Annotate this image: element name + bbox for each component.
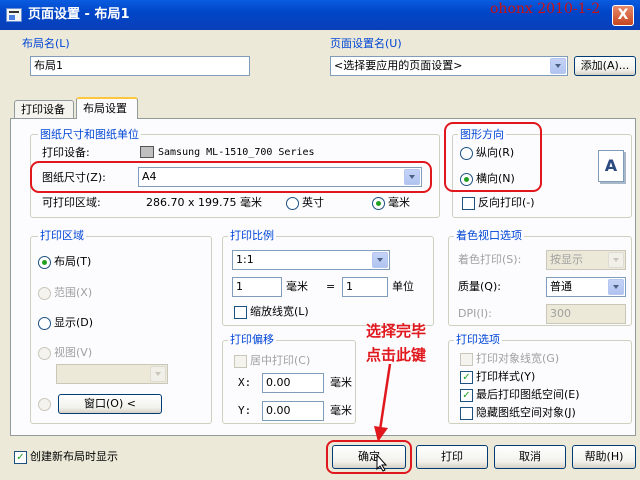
layout-name-input[interactable]: 布局1	[30, 56, 250, 76]
cancel-button[interactable]: 取消	[494, 445, 566, 469]
area-window-radio	[38, 398, 51, 411]
plot-options-group-label: 打印选项	[454, 333, 502, 347]
unit-inch-label: 英寸	[302, 196, 324, 209]
shade-plot-value: 按显示	[550, 253, 583, 266]
paper-group-label: 图纸尺寸和图纸单位	[38, 128, 141, 142]
tab-print-device[interactable]: 打印设备	[14, 100, 74, 118]
annotation-arrow-icon	[374, 363, 392, 442]
scale-lineweights-checkbox[interactable]	[234, 306, 247, 319]
chevron-down-icon[interactable]	[608, 279, 624, 295]
chevron-down-icon	[608, 252, 624, 268]
tab-print-device-label: 打印设备	[21, 103, 65, 116]
area-extents-label: 范围(X)	[54, 286, 93, 299]
highlight-ok	[326, 440, 412, 474]
dpi-label: DPI(I):	[458, 307, 492, 320]
shade-plot-select: 按显示	[546, 250, 626, 270]
tab-layout-settings-label: 布局设置	[83, 102, 127, 115]
unit-inch-radio[interactable]	[286, 197, 299, 210]
center-print-label: 居中打印(C)	[250, 354, 311, 367]
printable-area-label: 可打印区域:	[42, 196, 101, 209]
offset-y-label: Y:	[238, 404, 252, 417]
area-display-radio[interactable]	[38, 317, 51, 330]
shade-plot-label: 着色打印(S):	[458, 253, 522, 266]
offset-group-label: 打印偏移	[228, 333, 276, 347]
print-scale-group-label: 打印比例	[228, 229, 276, 243]
area-layout-radio[interactable]	[38, 256, 51, 269]
offset-x-label: X:	[238, 376, 252, 389]
chevron-down-icon[interactable]	[372, 252, 388, 268]
add-page-setup-button[interactable]: 添加(A)...	[574, 56, 636, 76]
area-layout-label: 布局(T)	[54, 255, 92, 268]
plot-lineweights-label: 打印对象线宽(G)	[476, 352, 560, 365]
printable-area-value: 286.70 x 199.75 毫米	[146, 196, 262, 209]
area-extents-radio	[38, 287, 51, 300]
device-value: Samsung ML-1510_700 Series	[158, 147, 315, 158]
device-label: 打印设备:	[42, 146, 90, 159]
hide-objects-checkbox[interactable]	[460, 407, 473, 420]
highlight-paper-size	[30, 161, 432, 193]
printer-icon	[140, 146, 154, 158]
view-select	[56, 364, 168, 384]
center-print-checkbox	[234, 355, 247, 368]
window-pick-button[interactable]: 窗口(O) <	[58, 394, 162, 414]
scale-ratio-value: 1:1	[236, 253, 254, 266]
quality-select[interactable]: 普通	[546, 277, 626, 297]
annotation-line1: 选择完毕	[366, 322, 427, 340]
unit-mm-label: 毫米	[388, 196, 410, 209]
page-setup-select[interactable]: <选择要应用的页面设置>	[330, 56, 568, 76]
show-on-create-checkbox[interactable]: ✓	[14, 451, 27, 464]
app-icon	[6, 8, 22, 22]
quality-label: 质量(Q):	[458, 280, 501, 293]
paperspace-last-checkbox[interactable]: ✓	[460, 389, 473, 402]
scale-unit2-label: 单位	[392, 280, 414, 293]
layout-name-label: 布局名(L)	[22, 37, 70, 50]
area-view-label: 视图(V)	[54, 346, 93, 359]
quality-value: 普通	[550, 280, 572, 293]
offset-y-input[interactable]: 0.00	[262, 401, 324, 421]
chevron-down-icon[interactable]	[550, 58, 566, 74]
scale-lineweights-label: 缩放线宽(L)	[250, 305, 309, 318]
plot-lineweights-checkbox	[460, 353, 473, 366]
orientation-preview-icon: A	[598, 150, 624, 182]
window-title: 页面设置 - 布局1	[28, 7, 130, 22]
unit-mm-radio[interactable]	[372, 197, 385, 210]
scale-value2-input[interactable]: 1	[342, 277, 388, 297]
reverse-print-label: 反向打印(-)	[478, 196, 535, 209]
hide-objects-label: 隐藏图纸空间对象(J)	[476, 406, 576, 419]
offset-x-unit: 毫米	[330, 376, 352, 389]
print-button[interactable]: 打印	[416, 445, 488, 469]
dpi-input: 300	[546, 304, 626, 324]
plot-styles-label: 打印样式(Y)	[476, 370, 536, 383]
scale-unit1-label: 毫米	[286, 280, 308, 293]
plot-styles-checkbox[interactable]: ✓	[460, 371, 473, 384]
offset-y-unit: 毫米	[330, 404, 352, 417]
paperspace-last-label: 最后打印图纸空间(E)	[476, 388, 580, 401]
page-setup-name-label: 页面设置名(U)	[330, 37, 402, 50]
print-area-group-label: 打印区域	[38, 229, 86, 243]
reverse-print-checkbox[interactable]	[462, 197, 475, 210]
mouse-cursor-icon	[376, 454, 388, 472]
shaded-group-label: 着色视口选项	[454, 229, 524, 243]
highlight-orientation	[444, 122, 542, 192]
scale-value1-input[interactable]: 1	[232, 277, 282, 297]
scale-ratio-select[interactable]: 1:1	[232, 250, 390, 270]
offset-x-input[interactable]: 0.00	[262, 373, 324, 393]
page-setup-selected: <选择要应用的页面设置>	[334, 59, 463, 72]
close-icon: X	[617, 7, 629, 23]
area-display-label: 显示(D)	[54, 316, 94, 329]
area-view-radio	[38, 347, 51, 360]
show-on-create-label: 创建新布局时显示	[30, 450, 118, 463]
scale-equals: =	[326, 280, 336, 293]
close-button[interactable]: X	[612, 5, 634, 26]
tab-layout-settings[interactable]: 布局设置	[76, 97, 138, 119]
help-button[interactable]: 帮助(H)	[572, 445, 636, 469]
chevron-down-icon	[150, 366, 166, 382]
watermark: ohonx 2010-1-2	[490, 1, 601, 17]
